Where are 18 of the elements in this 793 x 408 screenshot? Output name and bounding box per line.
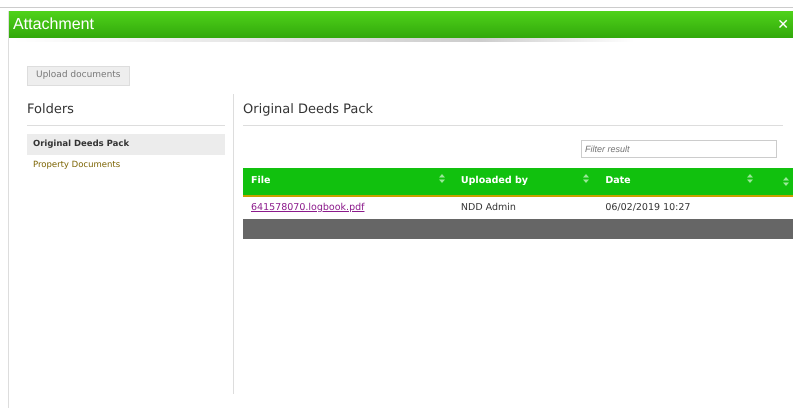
folders-heading: Folders — [27, 94, 225, 126]
panel-heading: Original Deeds Pack — [243, 94, 783, 126]
sort-icon — [747, 174, 754, 184]
column-header[interactable] — [761, 168, 793, 196]
column-header[interactable]: Uploaded by — [452, 168, 598, 196]
folder-item[interactable]: Property Documents — [27, 154, 225, 176]
sort-icon — [783, 177, 789, 186]
close-button[interactable]: ✕ — [777, 18, 789, 32]
table-cell: NDD Admin — [452, 196, 598, 220]
filter-field[interactable]: Filter result — [581, 140, 777, 158]
sort-icon — [438, 174, 445, 184]
window-title: Attachment — [13, 14, 94, 34]
sort-icon — [583, 174, 590, 184]
column-header[interactable]: Date — [597, 168, 762, 196]
table-cell: 06/02/2019 10:27 — [597, 196, 762, 220]
file-link[interactable]: 641578070.logbook.pdf — [251, 202, 364, 213]
column-header[interactable]: File — [243, 168, 453, 196]
folder-item[interactable]: Original Deeds Pack — [27, 134, 225, 155]
